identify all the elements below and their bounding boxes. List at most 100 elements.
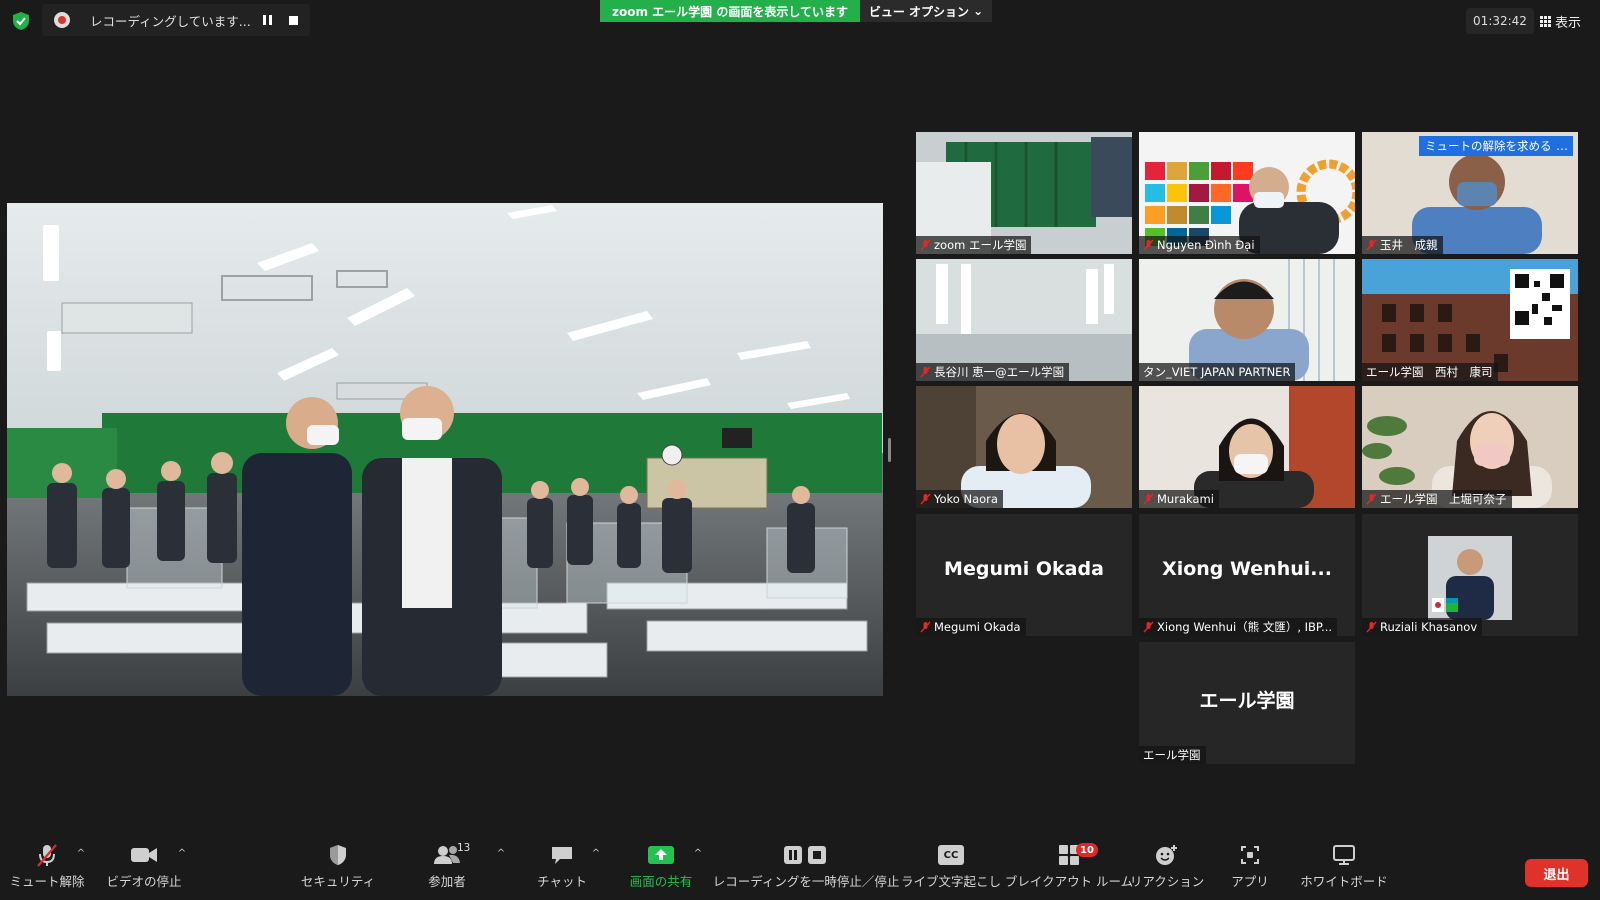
view-options-label: ビュー オプション (868, 4, 970, 19)
mic-muted-icon (1143, 239, 1154, 251)
chat-label: チャット (537, 874, 587, 889)
stop-video-label: ビデオの停止 (106, 874, 182, 889)
share-screen-button[interactable]: 画面の共有 (626, 840, 696, 900)
participant-name-label: エール学園 西村 康司 (1362, 363, 1498, 381)
video-options-chevron-icon[interactable]: ^ (176, 848, 188, 860)
participants-count: 13 (457, 842, 471, 854)
share-screen-label: 画面の共有 (629, 874, 693, 889)
leave-meeting-button[interactable]: 退出 (1525, 859, 1588, 887)
recording-indicator: レコーディングしています... (42, 4, 310, 36)
participant-name-label: Xiong Wenhui（熊 文匯）, IBP... (1139, 618, 1338, 636)
participant-name-label: Megumi Okada (916, 618, 1026, 636)
participants-button[interactable]: 13 参加者 (420, 840, 474, 900)
participant-name-label: Yoko Naora (916, 490, 1003, 508)
reactions-button[interactable]: リアクション (1130, 840, 1204, 900)
participant-tile[interactable]: Xiong Wenhui... Xiong Wenhui（熊 文匯）, IBP.… (1139, 514, 1355, 636)
whiteboard-icon (1333, 845, 1355, 865)
breakout-rooms-label: ブレイクアウト ルーム (1004, 874, 1134, 889)
pause-stop-icon (784, 846, 826, 864)
participant-tile[interactable]: Nguyen Đình Đại (1139, 132, 1355, 254)
participant-tile[interactable]: 長谷川 恵一@エール学園 (916, 259, 1132, 381)
classroom-scene (7, 203, 883, 696)
participant-tile[interactable]: zoom エール学園 (916, 132, 1132, 254)
apps-icon (1241, 846, 1259, 864)
apps-label: アプリ (1231, 874, 1269, 889)
view-label: 表示 (1555, 15, 1582, 31)
pause-icon (262, 15, 272, 25)
participant-tile[interactable]: Megumi Okada Megumi Okada (916, 514, 1132, 636)
whiteboard-label: ホワイトボード (1300, 874, 1388, 889)
participant-name-label: 長谷川 恵一@エール学園 (916, 363, 1070, 381)
participant-tile[interactable]: ミュートの解除を求める … 玉井 成親 (1362, 132, 1578, 254)
chevron-down-icon: ⌄ (973, 4, 984, 18)
live-transcript-label: ライブ文字起こし (901, 874, 1002, 889)
reactions-label: リアクション (1129, 874, 1205, 889)
participant-name-label: 玉井 成親 (1362, 236, 1443, 254)
view-button[interactable]: 表示 (1540, 8, 1596, 34)
shield-icon (330, 845, 346, 865)
chat-chevron-icon[interactable]: ^ (590, 848, 602, 860)
recording-control-label: レコーディングを一時停止／停止 (712, 874, 900, 889)
participant-display-name: Megumi Okada (944, 558, 1104, 580)
whiteboard-button[interactable]: ホワイトボード (1300, 840, 1388, 900)
participant-tile[interactable]: エール学園 エール学園 (1139, 642, 1355, 764)
participants-label: 参加者 (428, 874, 466, 889)
mic-off-icon (37, 844, 57, 867)
unmute-button[interactable]: ミュート解除 (9, 840, 85, 900)
share-options-chevron-icon[interactable]: ^ (692, 848, 704, 860)
mic-muted-icon (920, 493, 931, 505)
participant-name-label: エール学園 上堀可奈子 (1362, 490, 1512, 508)
participant-name-label: タン_VIET JAPAN PARTNER (1139, 363, 1296, 381)
shared-screen-video[interactable] (7, 203, 883, 696)
participant-name-label: Murakami (1139, 490, 1219, 508)
share-screen-icon (648, 846, 674, 864)
mic-muted-icon (920, 621, 931, 633)
more-options-button[interactable]: … (1551, 136, 1573, 156)
mic-muted-icon (920, 366, 931, 378)
active-speaker-tile[interactable]: エール学園 西村 康司 (1362, 259, 1578, 381)
mic-muted-icon (1143, 493, 1154, 505)
mic-muted-icon (920, 239, 931, 251)
meeting-timer: 01:32:42 (1466, 8, 1534, 34)
live-transcript-button[interactable]: CC ライブ文字起こし (901, 840, 1001, 900)
share-banner: zoom エール学園 の画面を表示しています (600, 0, 860, 22)
security-label: セキュリティ (300, 874, 376, 889)
security-shield-icon[interactable] (10, 10, 32, 32)
security-button[interactable]: セキュリティ (301, 840, 375, 900)
mic-muted-icon (1143, 621, 1154, 633)
stop-video-button[interactable]: ビデオの停止 (106, 840, 182, 900)
participant-name-label: エール学園 (1139, 746, 1206, 764)
chat-button[interactable]: チャット (537, 840, 587, 900)
resize-handle[interactable] (888, 438, 891, 462)
participant-tile[interactable]: Murakami (1139, 386, 1355, 508)
stop-recording-button[interactable] (284, 11, 302, 29)
grid-icon (1540, 15, 1551, 27)
meeting-toolbar: ミュート解除 ^ ビデオの停止 ^ セキュリティ 13 参加者 ^ チャット ^… (0, 840, 1600, 900)
participant-tile[interactable]: Ruziali Khasanov (1362, 514, 1578, 636)
breakout-count-badge: 10 (1076, 843, 1098, 857)
mic-muted-icon (1366, 239, 1377, 251)
participants-chevron-icon[interactable]: ^ (495, 848, 507, 860)
pause-stop-recording-button[interactable]: レコーディングを一時停止／停止 (713, 840, 899, 900)
mic-muted-icon (1366, 493, 1377, 505)
chat-bubble-icon (552, 847, 572, 864)
participant-tile[interactable]: Yoko Naora (916, 386, 1132, 508)
mic-muted-icon (1366, 621, 1377, 633)
recording-dot-icon (54, 12, 70, 28)
request-unmute-button[interactable]: ミュートの解除を求める (1419, 136, 1558, 156)
participant-tile[interactable]: エール学園 上堀可奈子 (1362, 386, 1578, 508)
recording-status: レコーディングしています... (90, 13, 251, 29)
participant-name-label: Nguyen Đình Đại (1139, 236, 1260, 254)
pause-recording-button[interactable] (258, 11, 276, 29)
participant-tile[interactable]: タン_VIET JAPAN PARTNER (1139, 259, 1355, 381)
unmute-label: ミュート解除 (9, 874, 85, 889)
participant-display-name: エール学園 (1199, 690, 1295, 712)
apps-button[interactable]: アプリ (1228, 840, 1272, 900)
participant-name-label: Ruziali Khasanov (1362, 618, 1483, 636)
breakout-rooms-button[interactable]: 10 ブレイクアウト ルーム (1005, 840, 1133, 900)
audio-options-chevron-icon[interactable]: ^ (75, 848, 87, 860)
closed-caption-icon: CC (938, 845, 964, 865)
view-options-button[interactable]: ビュー オプション ⌄ (860, 0, 992, 22)
participant-display-name: Xiong Wenhui... (1162, 558, 1332, 580)
video-camera-icon (131, 848, 157, 862)
